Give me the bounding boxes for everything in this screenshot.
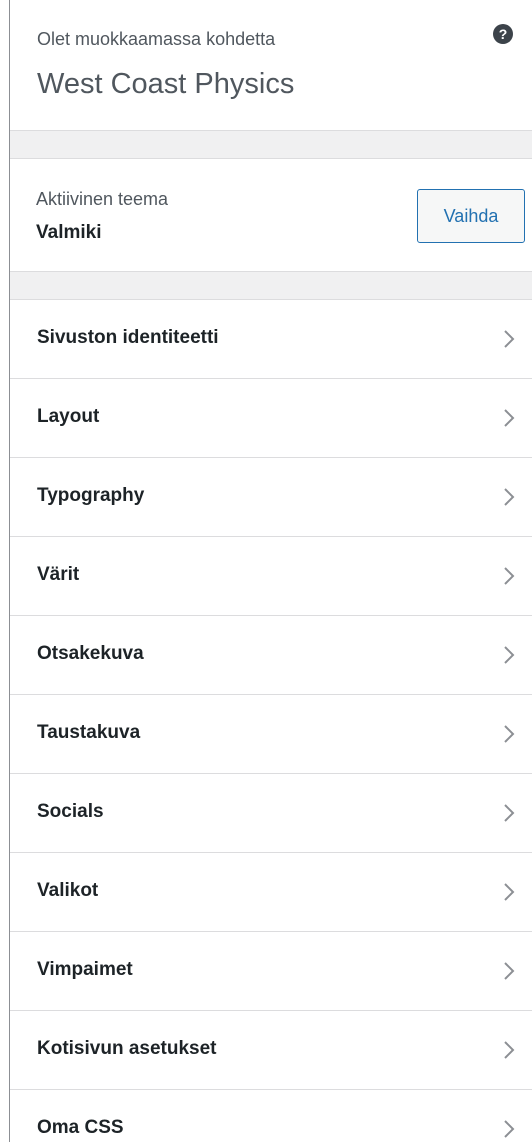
chevron-right-icon	[504, 409, 515, 427]
chevron-right-icon	[504, 1120, 515, 1138]
menu-item-custom-css[interactable]: Oma CSS	[10, 1090, 532, 1142]
menu-item-label: Sivuston identiteetti	[37, 327, 219, 348]
chevron-right-icon	[504, 883, 515, 901]
customizer-content: Olet muokkaamassa kohdetta West Coast Ph…	[10, 0, 532, 1142]
menu-item-label: Socials	[37, 801, 104, 822]
menu-item-site-identity[interactable]: Sivuston identiteetti	[10, 300, 532, 379]
menu-item-header-image[interactable]: Otsakekuva	[10, 616, 532, 695]
active-theme-name: Valmiki	[36, 222, 102, 243]
menu-item-menus[interactable]: Valikot	[10, 853, 532, 932]
menu-item-homepage-settings[interactable]: Kotisivun asetukset	[10, 1011, 532, 1090]
menu-item-label: Vimpaimet	[37, 959, 133, 980]
chevron-right-icon	[504, 804, 515, 822]
customizer-menu: Sivuston identiteetti Layout Typography …	[10, 300, 532, 1142]
menu-item-socials[interactable]: Socials	[10, 774, 532, 853]
menu-item-label: Otsakekuva	[37, 643, 144, 664]
change-theme-button[interactable]: Vaihda	[417, 189, 525, 243]
menu-item-label: Oma CSS	[37, 1117, 124, 1138]
chevron-right-icon	[504, 962, 515, 980]
chevron-right-icon	[504, 330, 515, 348]
menu-item-widgets[interactable]: Vimpaimet	[10, 932, 532, 1011]
editing-label: Olet muokkaamassa kohdetta	[37, 29, 276, 49]
menu-item-label: Taustakuva	[37, 722, 141, 743]
menu-item-label: Typography	[37, 485, 145, 506]
chevron-right-icon	[504, 646, 515, 664]
menu-item-label: Värit	[37, 564, 80, 585]
menu-item-label: Kotisivun asetukset	[37, 1038, 217, 1059]
chevron-right-icon	[504, 567, 515, 585]
section-divider	[10, 272, 532, 300]
customizer-info: Olet muokkaamassa kohdetta West Coast Ph…	[10, 0, 532, 131]
section-divider	[10, 131, 532, 159]
chevron-right-icon	[504, 1041, 515, 1059]
customizer-panel: Olet muokkaamassa kohdetta West Coast Ph…	[0, 0, 532, 1142]
site-title: West Coast Physics	[37, 68, 295, 100]
menu-item-label: Valikot	[37, 880, 99, 901]
active-theme-label: Aktiivinen teema	[36, 189, 169, 209]
active-theme-section: Aktiivinen teema Valmiki Vaihda	[10, 159, 532, 272]
help-icon[interactable]: ?	[493, 24, 513, 44]
chevron-right-icon	[504, 725, 515, 743]
menu-item-layout[interactable]: Layout	[10, 379, 532, 458]
menu-item-label: Layout	[37, 406, 100, 427]
menu-item-typography[interactable]: Typography	[10, 458, 532, 537]
menu-item-colors[interactable]: Värit	[10, 537, 532, 616]
menu-item-background-image[interactable]: Taustakuva	[10, 695, 532, 774]
chevron-right-icon	[504, 488, 515, 506]
